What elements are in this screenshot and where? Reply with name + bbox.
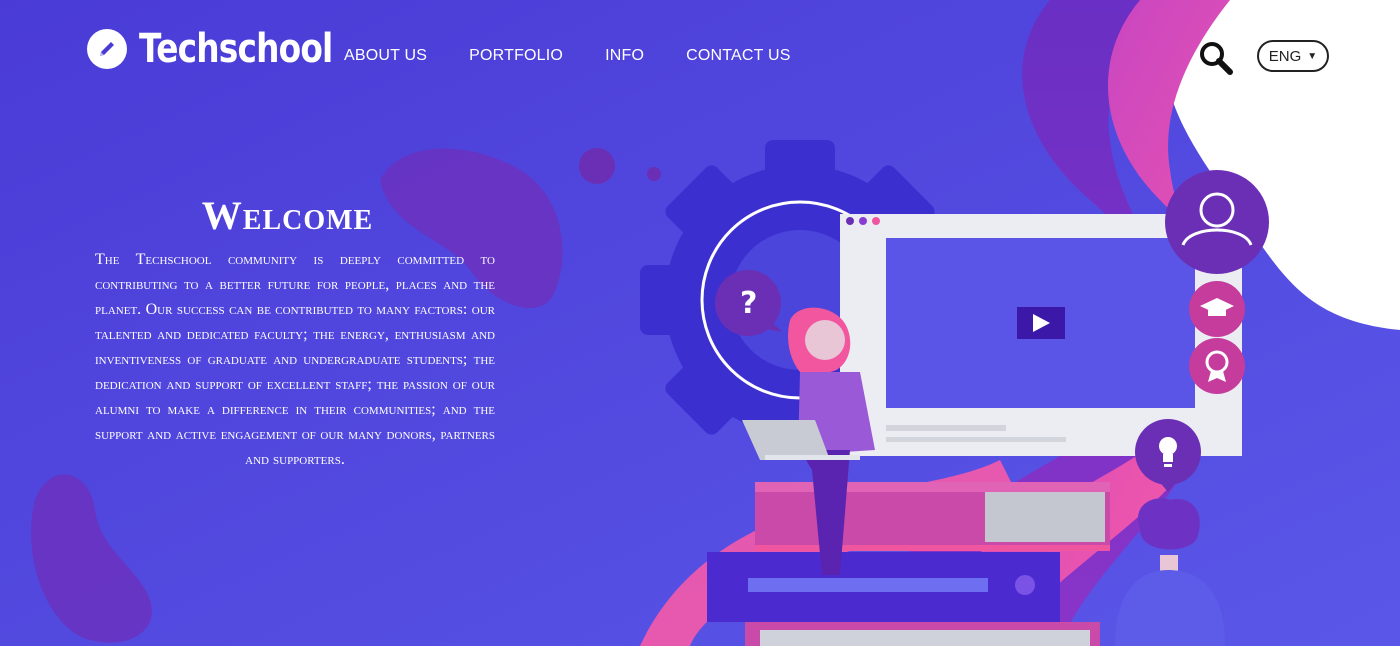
play-icon — [1017, 307, 1065, 339]
nav-portfolio[interactable]: PORTFOLIO — [469, 47, 563, 65]
chevron-down-icon: ▼ — [1307, 50, 1318, 62]
brand-logo[interactable]: Techschool — [87, 26, 375, 72]
dot-small — [647, 167, 661, 181]
language-selector[interactable]: ENG ▼ — [1257, 40, 1329, 72]
main-nav: ABOUT US PORTFOLIO INFO CONTACT US — [344, 47, 833, 65]
search-icon[interactable] — [1196, 38, 1236, 78]
question-mark: ? — [740, 286, 758, 321]
pencil-icon — [87, 29, 127, 69]
dot-large — [579, 148, 615, 184]
nav-contact-us[interactable]: CONTACT US — [686, 47, 791, 65]
welcome-title: Welcome — [201, 193, 374, 238]
nav-about-us[interactable]: ABOUT US — [344, 47, 427, 65]
award-icon — [1189, 338, 1245, 394]
user-icon — [1165, 170, 1269, 274]
language-value: ENG — [1268, 47, 1302, 65]
books-stack — [707, 482, 1110, 646]
welcome-body: The Techschool community is deeply commi… — [95, 251, 495, 468]
nav-info[interactable]: INFO — [605, 47, 644, 65]
brand-name: Techschool — [139, 26, 333, 72]
graduation-cap-icon — [1189, 281, 1245, 337]
